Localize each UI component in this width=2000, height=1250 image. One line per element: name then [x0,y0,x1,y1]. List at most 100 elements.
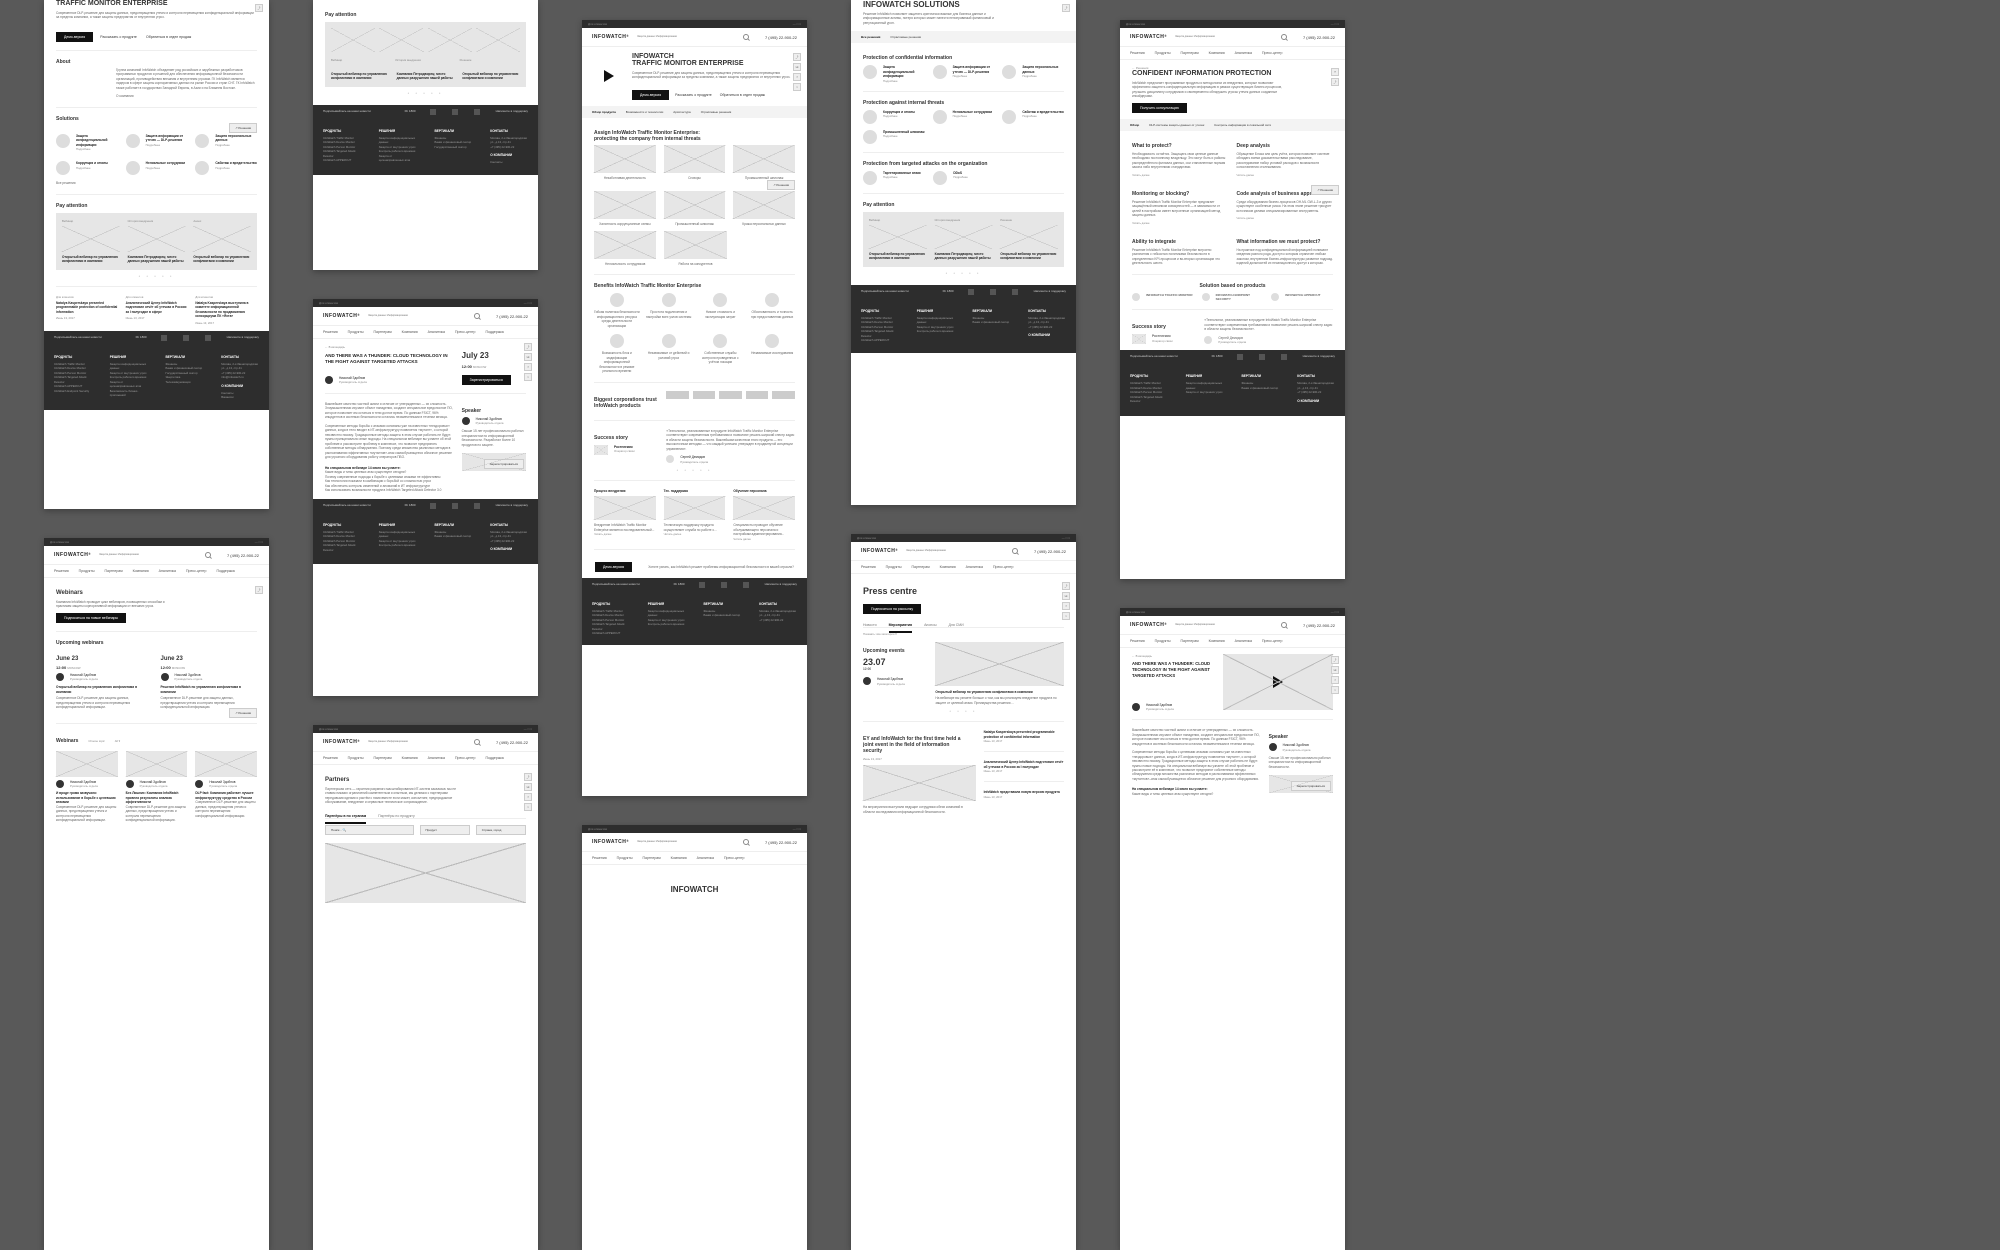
tile[interactable] [476,28,520,52]
page-title: Press centre [863,586,1064,596]
attention-card[interactable]: ВебинарОткрытый вебинар по управлению ко… [62,219,120,264]
tab-country[interactable]: Партнёры в по странам [325,810,366,824]
search-input[interactable]: Поиск... 🔍 [325,825,414,835]
search-icon[interactable] [743,34,749,40]
play-icon[interactable] [1273,676,1283,688]
vk-icon[interactable] [205,335,211,341]
carousel-dots[interactable]: • • • • • [56,274,257,278]
attention-card[interactable]: АнонсОткрытый вебинар по управлению конф… [193,219,251,264]
client-logo [666,391,689,399]
partner-map[interactable] [325,843,526,903]
tab-all[interactable]: Все решения [861,35,880,39]
page-title: INFOWATCH [594,885,795,894]
webinar-card[interactable]: June 23 12:00 MOSCOW Николай ЗдобновРуко… [161,650,258,710]
video-player[interactable] [1223,654,1333,710]
more-link[interactable]: ↗ Решения [1311,185,1339,195]
consult-button[interactable]: Получить консультацию [1132,103,1187,113]
reg-chip[interactable]: Зарегистрироваться [1291,781,1331,791]
demo-button[interactable]: Демо-версия [632,90,669,100]
search-icon[interactable] [474,739,480,745]
solution-item[interactable]: Защита персональных данныхПодробнее [195,134,257,151]
avatar [325,376,333,384]
link-more[interactable]: Рассказать о продукте [100,35,137,39]
lead: Компания InfoWatch проводит цикл вебинар… [56,600,177,609]
about-text: Группа компаний InfoWatch объединяет ряд… [56,68,257,90]
more-link[interactable]: ↗ Решения [229,708,257,718]
page-title: CONFIDENT INFORMATION PROTECTION [1132,70,1333,77]
tab-events[interactable]: Мероприятия [889,619,913,633]
solution-item[interactable]: Нелояльные сотрудникиПодробнее [126,161,188,175]
news-item[interactable]: Для клиентовNatalya Kasperskaya выступил… [195,295,257,325]
feature: Незаботливая деятельность [594,145,656,180]
subscribe-button[interactable]: Подписаться на рассылку [863,604,921,614]
demo-button[interactable]: Демо-версия [595,562,632,572]
search-icon[interactable] [743,839,749,845]
footer: ПРОДУКТЫInfoWatch Traffic MonitorInfoWat… [44,345,269,410]
solution-item[interactable]: Защита информации от утечек — DLP-решени… [126,134,188,151]
archive-card[interactable]: Николай ЗдобновРуководитель отделаИ врод… [56,751,118,823]
product-link[interactable]: INFOWATCH TRAFFIC MONITOR [1132,293,1194,301]
tile[interactable] [428,28,472,52]
search-icon[interactable] [205,552,211,558]
filter-dropdown[interactable]: все категории ▾ [876,632,896,636]
register-button[interactable]: Зарегистрироваться [462,375,511,385]
page-title: TRAFFIC MONITOR ENTERPRISE [56,0,257,7]
solution-item[interactable]: Защита конфиденциальной информацииПодроб… [56,134,118,151]
breadcrumb[interactable]: ← В календарь [1132,654,1215,658]
vk-icon[interactable]: vk [524,353,532,361]
page-title: Webinars [56,590,257,596]
news-item[interactable]: Для клиентовАналитический Центр InfoWatc… [126,295,188,325]
page-title: AND THERE WAS A THUNDER: CLOUD TECHNOLOG… [325,353,454,366]
breadcrumb[interactable]: ← В календарь [325,345,454,349]
subscribe-button[interactable]: Подписаться на новые вебинары [56,613,126,623]
social-bar: Подписывайтесь на наши новостиFb 1800Нап… [44,331,269,345]
share-icon[interactable]: ⤴ [255,586,263,594]
side-news[interactable]: Natalya Kasperskaya presented programmab… [984,730,1064,739]
about-heading: About [56,59,257,65]
tab-product[interactable]: Партнёры по продукту [378,810,415,822]
attention-heading: Pay attention [56,203,257,209]
info-card[interactable]: Процесс внедренияВнедрение InfoWatch Tra… [594,489,656,541]
archive-card[interactable]: Николай ЗдобновРуководитель отделаБез Ли… [126,751,188,823]
topic-dropdown[interactable]: All ▾ [115,739,120,743]
tw-icon[interactable] [183,335,189,341]
filter-product[interactable]: Продукт [420,825,470,835]
demo-button[interactable]: Демо-версия [56,32,93,42]
tile[interactable] [379,28,423,52]
attention-card[interactable]: Компания Петродворец: место данных разру… [397,72,455,81]
solution-item[interactable]: Саботаж и вредительствоПодробнее [195,161,257,175]
main-nav[interactable]: РешенияПродуктыПартнерамКомпанияАналитик… [44,565,269,578]
upcoming-heading: Upcoming webinars [56,640,257,646]
page-title: AND THERE WAS A THUNDER: CLOUD TECHNOLOG… [1132,661,1215,679]
fb-icon[interactable] [161,335,167,341]
solutions-heading: Solutions [56,116,257,122]
reg-chip[interactable]: Зарегистрироваться [484,459,524,469]
link-sales[interactable]: Обратиться в отдел продаж [146,35,191,39]
product-tabs[interactable]: Обзор продуктаВозможности и технологииАр… [582,106,807,118]
logo[interactable]: INFOWATCH [54,552,91,558]
tw-icon[interactable]: t [524,373,532,381]
filter-city[interactable]: Страна, город [476,825,526,835]
tab-industry[interactable]: Отраслевые решения [890,35,921,39]
attention-card[interactable]: Открытый вебинар по управлению конфликта… [462,72,520,81]
attention-card[interactable]: История внедренияКомпания Петродворец: м… [128,219,186,264]
more-link[interactable]: ↗ Решения [767,180,795,190]
news-item[interactable]: Для клиентовNatalya Kasperskaya presente… [56,295,118,325]
page-title: TRAFFIC MONITOR ENTERPRISE [632,60,795,67]
share-icon[interactable]: ⤴ [255,4,263,12]
about-link[interactable]: О компании [56,94,257,98]
all-solutions-link[interactable]: Все решения [56,181,257,185]
archive-heading: Webinars [56,738,78,744]
search-icon[interactable] [474,313,480,319]
page-title: Partners [325,777,526,783]
play-icon[interactable] [604,70,614,82]
solution-item[interactable]: Защита конфиденциальной информацииПодроб… [863,65,925,82]
webinar-card[interactable]: June 23 12:00 MOSCOW Николай ЗдобновРуко… [56,650,153,710]
attention-card[interactable]: Открытый вебинар по управлению конфликта… [331,72,389,81]
solutions-more[interactable]: ↗ Решения [229,123,257,133]
fb-icon[interactable]: f [524,363,532,371]
carousel-dots[interactable]: • • • • • [325,91,526,95]
tile[interactable] [331,28,375,52]
solution-item[interactable]: Коррупция и откатыПодробнее [56,161,118,175]
archive-card[interactable]: Николай ЗдобновРуководитель отделаDLP fa… [195,751,257,823]
